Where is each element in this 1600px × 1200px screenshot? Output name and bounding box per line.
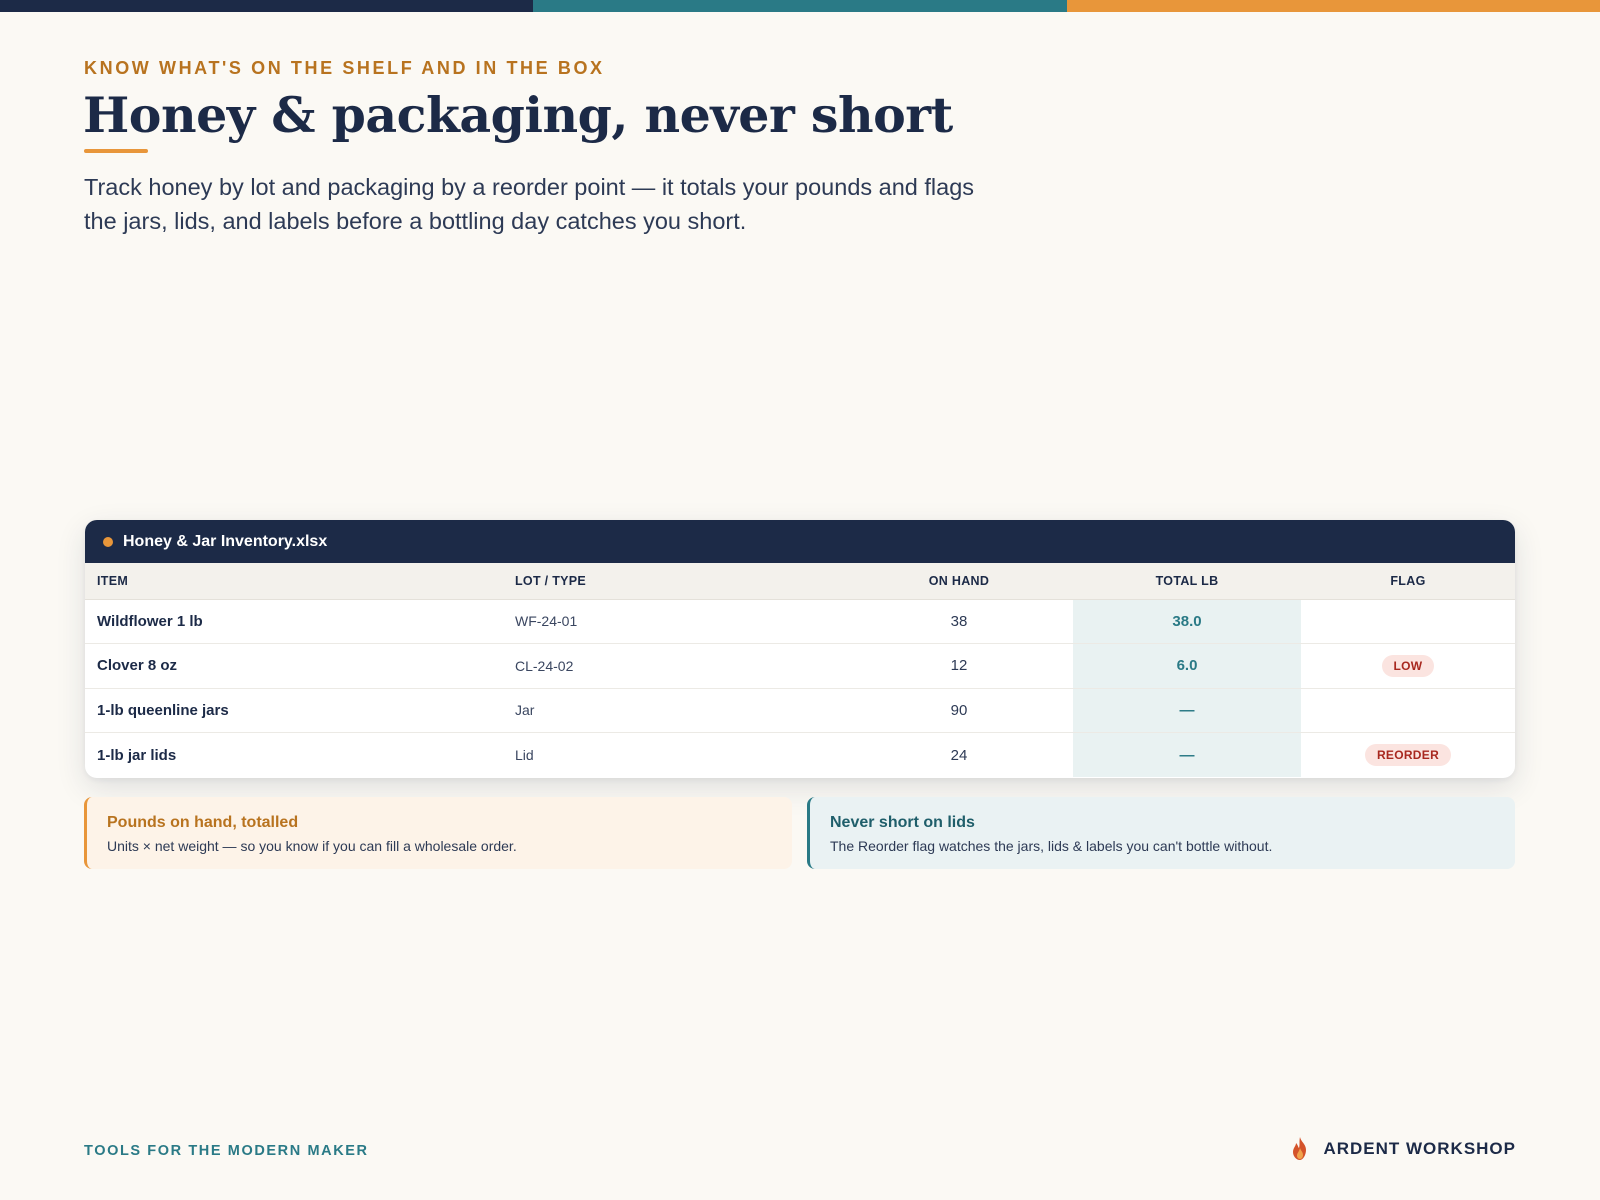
brand-name: ARDENT WORKSHOP	[1323, 1139, 1516, 1158]
status-dot-icon	[103, 536, 113, 547]
cell-item[interactable]: Clover 8 oz	[85, 644, 515, 689]
cell-item[interactable]: 1-lb queenline jars	[85, 688, 515, 733]
cell-item[interactable]: Wildflower 1 lb	[85, 599, 515, 644]
cell-total-lb[interactable]: —	[1073, 732, 1301, 777]
footer-tagline: TOOLS FOR THE MODERN MAKER	[84, 1143, 369, 1159]
callout-pounds-totalled: Pounds on hand, totalled Units × net wei…	[84, 797, 792, 869]
cell-total-lb[interactable]: 6.0	[1073, 643, 1301, 688]
table-row[interactable]: 1-lb jar lids Lid 24 — REORDER	[85, 732, 1515, 778]
cell-item[interactable]: 1-lb jar lids	[85, 733, 515, 778]
column-header-item[interactable]: ITEM	[85, 563, 515, 599]
page-title: Honey & packaging, never short	[83, 86, 953, 144]
callout-title: Never short on lids	[830, 814, 975, 831]
reorder-flag-badge: REORDER	[1364, 744, 1452, 766]
table-row[interactable]: Wildflower 1 lb WF-24-01 38 38.0	[85, 599, 1515, 644]
table-row[interactable]: 1-lb queenline jars Jar 90 —	[85, 688, 1515, 733]
cell-on-hand[interactable]: 24	[845, 733, 1073, 778]
brand-lockup: ARDENT WORKSHOP	[1289, 1136, 1516, 1162]
cell-total-lb[interactable]: 38.0	[1073, 599, 1301, 644]
top-accent-bar	[0, 0, 1600, 12]
spreadsheet-window: Honey & Jar Inventory.xlsx ITEM LOT / TY…	[85, 520, 1515, 778]
cell-lot[interactable]: Jar	[515, 688, 845, 733]
accent-stripe-teal	[533, 0, 1067, 12]
table-header-row: ITEM LOT / TYPE ON HAND TOTAL LB FLAG	[85, 563, 1515, 599]
column-header-lot[interactable]: LOT / TYPE	[515, 563, 845, 599]
inventory-table: ITEM LOT / TYPE ON HAND TOTAL LB FLAG Wi…	[85, 563, 1515, 777]
low-flag-badge: LOW	[1381, 654, 1435, 677]
eyebrow-text: KNOW WHAT'S ON THE SHELF AND IN THE BOX	[84, 58, 605, 78]
lede-paragraph: Track honey by lot and packaging by a re…	[84, 174, 975, 234]
cell-total-lb[interactable]: —	[1073, 688, 1301, 733]
cell-flag[interactable]	[1301, 688, 1515, 733]
accent-stripe-navy	[0, 0, 534, 12]
callout-text: The Reorder flag watches the jars, lids …	[830, 838, 1273, 854]
spreadsheet-filename: Honey & Jar Inventory.xlsx	[123, 532, 328, 550]
cell-on-hand[interactable]: 12	[845, 644, 1073, 689]
column-header-flag[interactable]: FLAG	[1301, 563, 1515, 599]
cell-lot[interactable]: Lid	[515, 733, 845, 778]
cell-flag[interactable]	[1301, 599, 1515, 644]
title-underline	[84, 149, 148, 153]
cell-flag[interactable]: LOW	[1301, 644, 1515, 689]
accent-stripe-orange	[1066, 0, 1600, 12]
cell-on-hand[interactable]: 38	[845, 599, 1073, 644]
callout-title: Pounds on hand, totalled	[107, 814, 299, 831]
cell-lot[interactable]: CL-24-02	[515, 644, 845, 689]
cell-lot[interactable]: WF-24-01	[515, 599, 845, 644]
table-row[interactable]: Clover 8 oz CL-24-02 12 6.0 LOW	[85, 643, 1515, 689]
callout-never-short: Never short on lids The Reorder flag wat…	[807, 797, 1515, 869]
spreadsheet-titlebar: Honey & Jar Inventory.xlsx	[85, 520, 1515, 563]
callout-text: Units × net weight — so you know if you …	[107, 838, 517, 854]
flame-icon	[1293, 1137, 1307, 1160]
cell-on-hand[interactable]: 90	[845, 688, 1073, 733]
column-header-on-hand[interactable]: ON HAND	[845, 563, 1073, 599]
cell-flag[interactable]: REORDER	[1301, 733, 1515, 778]
column-header-total-lb[interactable]: TOTAL LB	[1073, 563, 1301, 599]
